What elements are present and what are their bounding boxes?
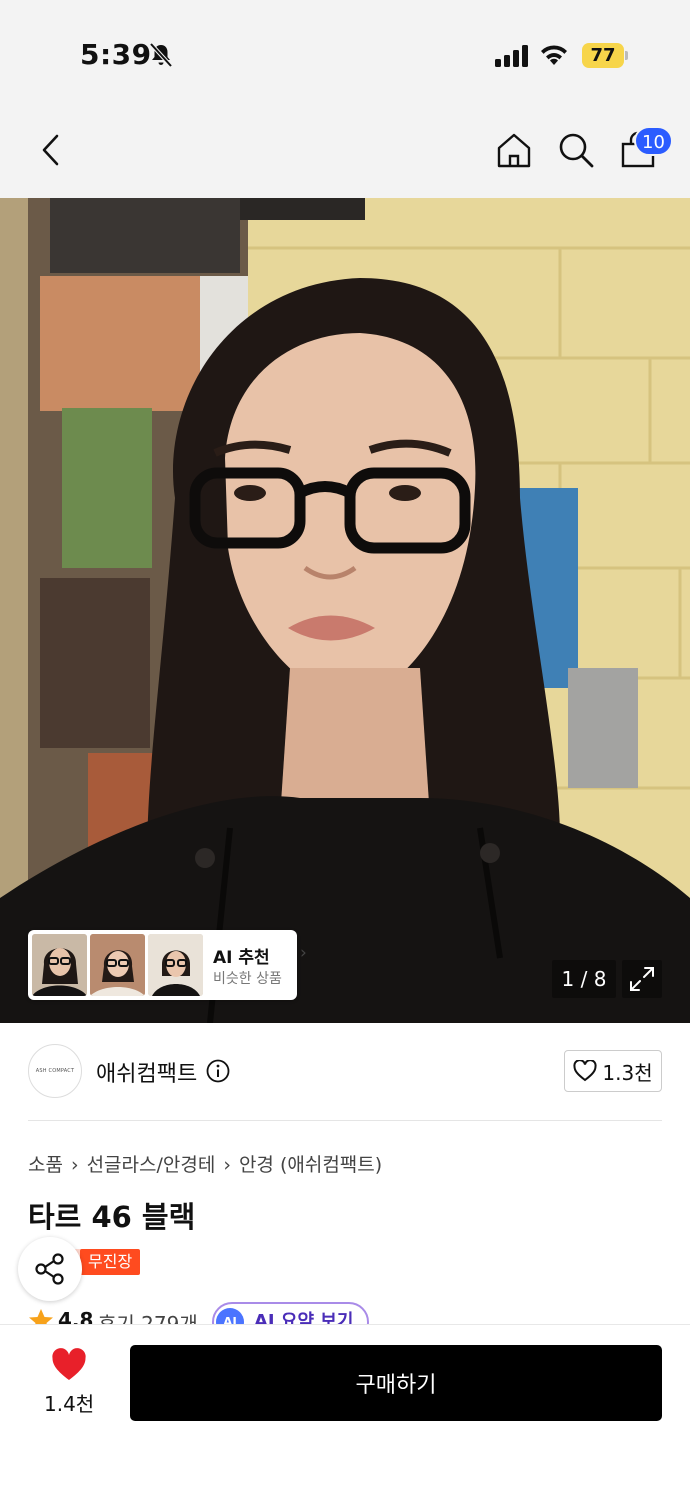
review-count[interactable]: 후기 279개 bbox=[98, 1308, 198, 1324]
status-time: 5:39 bbox=[80, 38, 152, 71]
heart-filled-icon[interactable] bbox=[51, 1348, 87, 1382]
back-button[interactable] bbox=[30, 130, 70, 170]
battery-indicator: 77 bbox=[582, 43, 628, 68]
buy-button[interactable]: 구매하기 bbox=[130, 1345, 662, 1421]
breadcrumb-item[interactable]: 안경 (애쉬컴팩트) bbox=[239, 1154, 382, 1176]
cellular-signal-icon bbox=[495, 45, 528, 67]
bell-muted-icon bbox=[149, 42, 173, 68]
cart-count-badge: 10 bbox=[634, 126, 673, 156]
expand-image-button[interactable] bbox=[622, 960, 662, 998]
breadcrumb-item[interactable]: 소품 bbox=[28, 1154, 63, 1176]
share-icon bbox=[35, 1253, 64, 1285]
ai-recommendation-subtitle: 비슷한 상품 bbox=[213, 971, 282, 987]
brand-like-count: 1.3천 bbox=[602, 1060, 653, 1085]
rating-row: 4.8 후기 279개 AI 요약 보기 AI bbox=[28, 1302, 528, 1324]
breadcrumb: 소품 › 선글라스/안경테 › 안경 (애쉬컴팩트) bbox=[28, 1150, 382, 1177]
breadcrumb-item[interactable]: 선글라스/안경테 bbox=[87, 1154, 216, 1176]
divider bbox=[28, 1120, 662, 1121]
search-icon bbox=[559, 133, 594, 168]
chevron-right-icon: › bbox=[70, 1154, 79, 1176]
product-image-gallery[interactable] bbox=[0, 198, 690, 1023]
favorite-count: 1.4천 bbox=[44, 1392, 95, 1416]
ai-recommendation-card[interactable]: AI 추천 › 비슷한 상품 bbox=[28, 930, 307, 1000]
expand-icon bbox=[630, 967, 654, 991]
store-badge: 무진장 bbox=[80, 1249, 141, 1275]
status-bar: 5:39 77 bbox=[0, 0, 690, 100]
similar-product-thumbnail bbox=[90, 934, 145, 996]
top-navigation bbox=[0, 100, 690, 198]
product-photo bbox=[0, 198, 690, 1023]
image-page-indicator: 1 / 8 bbox=[552, 960, 616, 998]
brand-like-button[interactable]: 1.3천 bbox=[564, 1050, 662, 1092]
rating-value: 4.8 bbox=[58, 1308, 94, 1324]
chevron-right-icon: › bbox=[223, 1154, 231, 1176]
chevron-left-icon bbox=[42, 134, 59, 166]
similar-product-thumbnail bbox=[32, 934, 87, 996]
heart-outline-icon bbox=[573, 1060, 597, 1082]
product-title: 타르 46 블랙 bbox=[28, 1200, 196, 1234]
home-button[interactable] bbox=[494, 130, 534, 170]
share-button[interactable] bbox=[18, 1237, 82, 1301]
chevron-right-icon: › bbox=[300, 943, 307, 963]
similar-product-thumbnail bbox=[148, 934, 203, 996]
brand-name[interactable]: 애쉬컴팩트 bbox=[96, 1056, 197, 1088]
home-icon bbox=[497, 133, 531, 168]
ai-recommendation-title: AI 추천 bbox=[213, 948, 270, 968]
star-icon bbox=[29, 1309, 53, 1324]
brand-logo-text: ASH COMPACT bbox=[35, 1068, 75, 1074]
wifi-icon bbox=[541, 45, 567, 65]
brand-logo[interactable]: ASH COMPACT bbox=[28, 1044, 82, 1098]
battery-level: 77 bbox=[590, 45, 616, 66]
search-button[interactable] bbox=[556, 130, 596, 170]
info-icon[interactable] bbox=[206, 1059, 230, 1083]
